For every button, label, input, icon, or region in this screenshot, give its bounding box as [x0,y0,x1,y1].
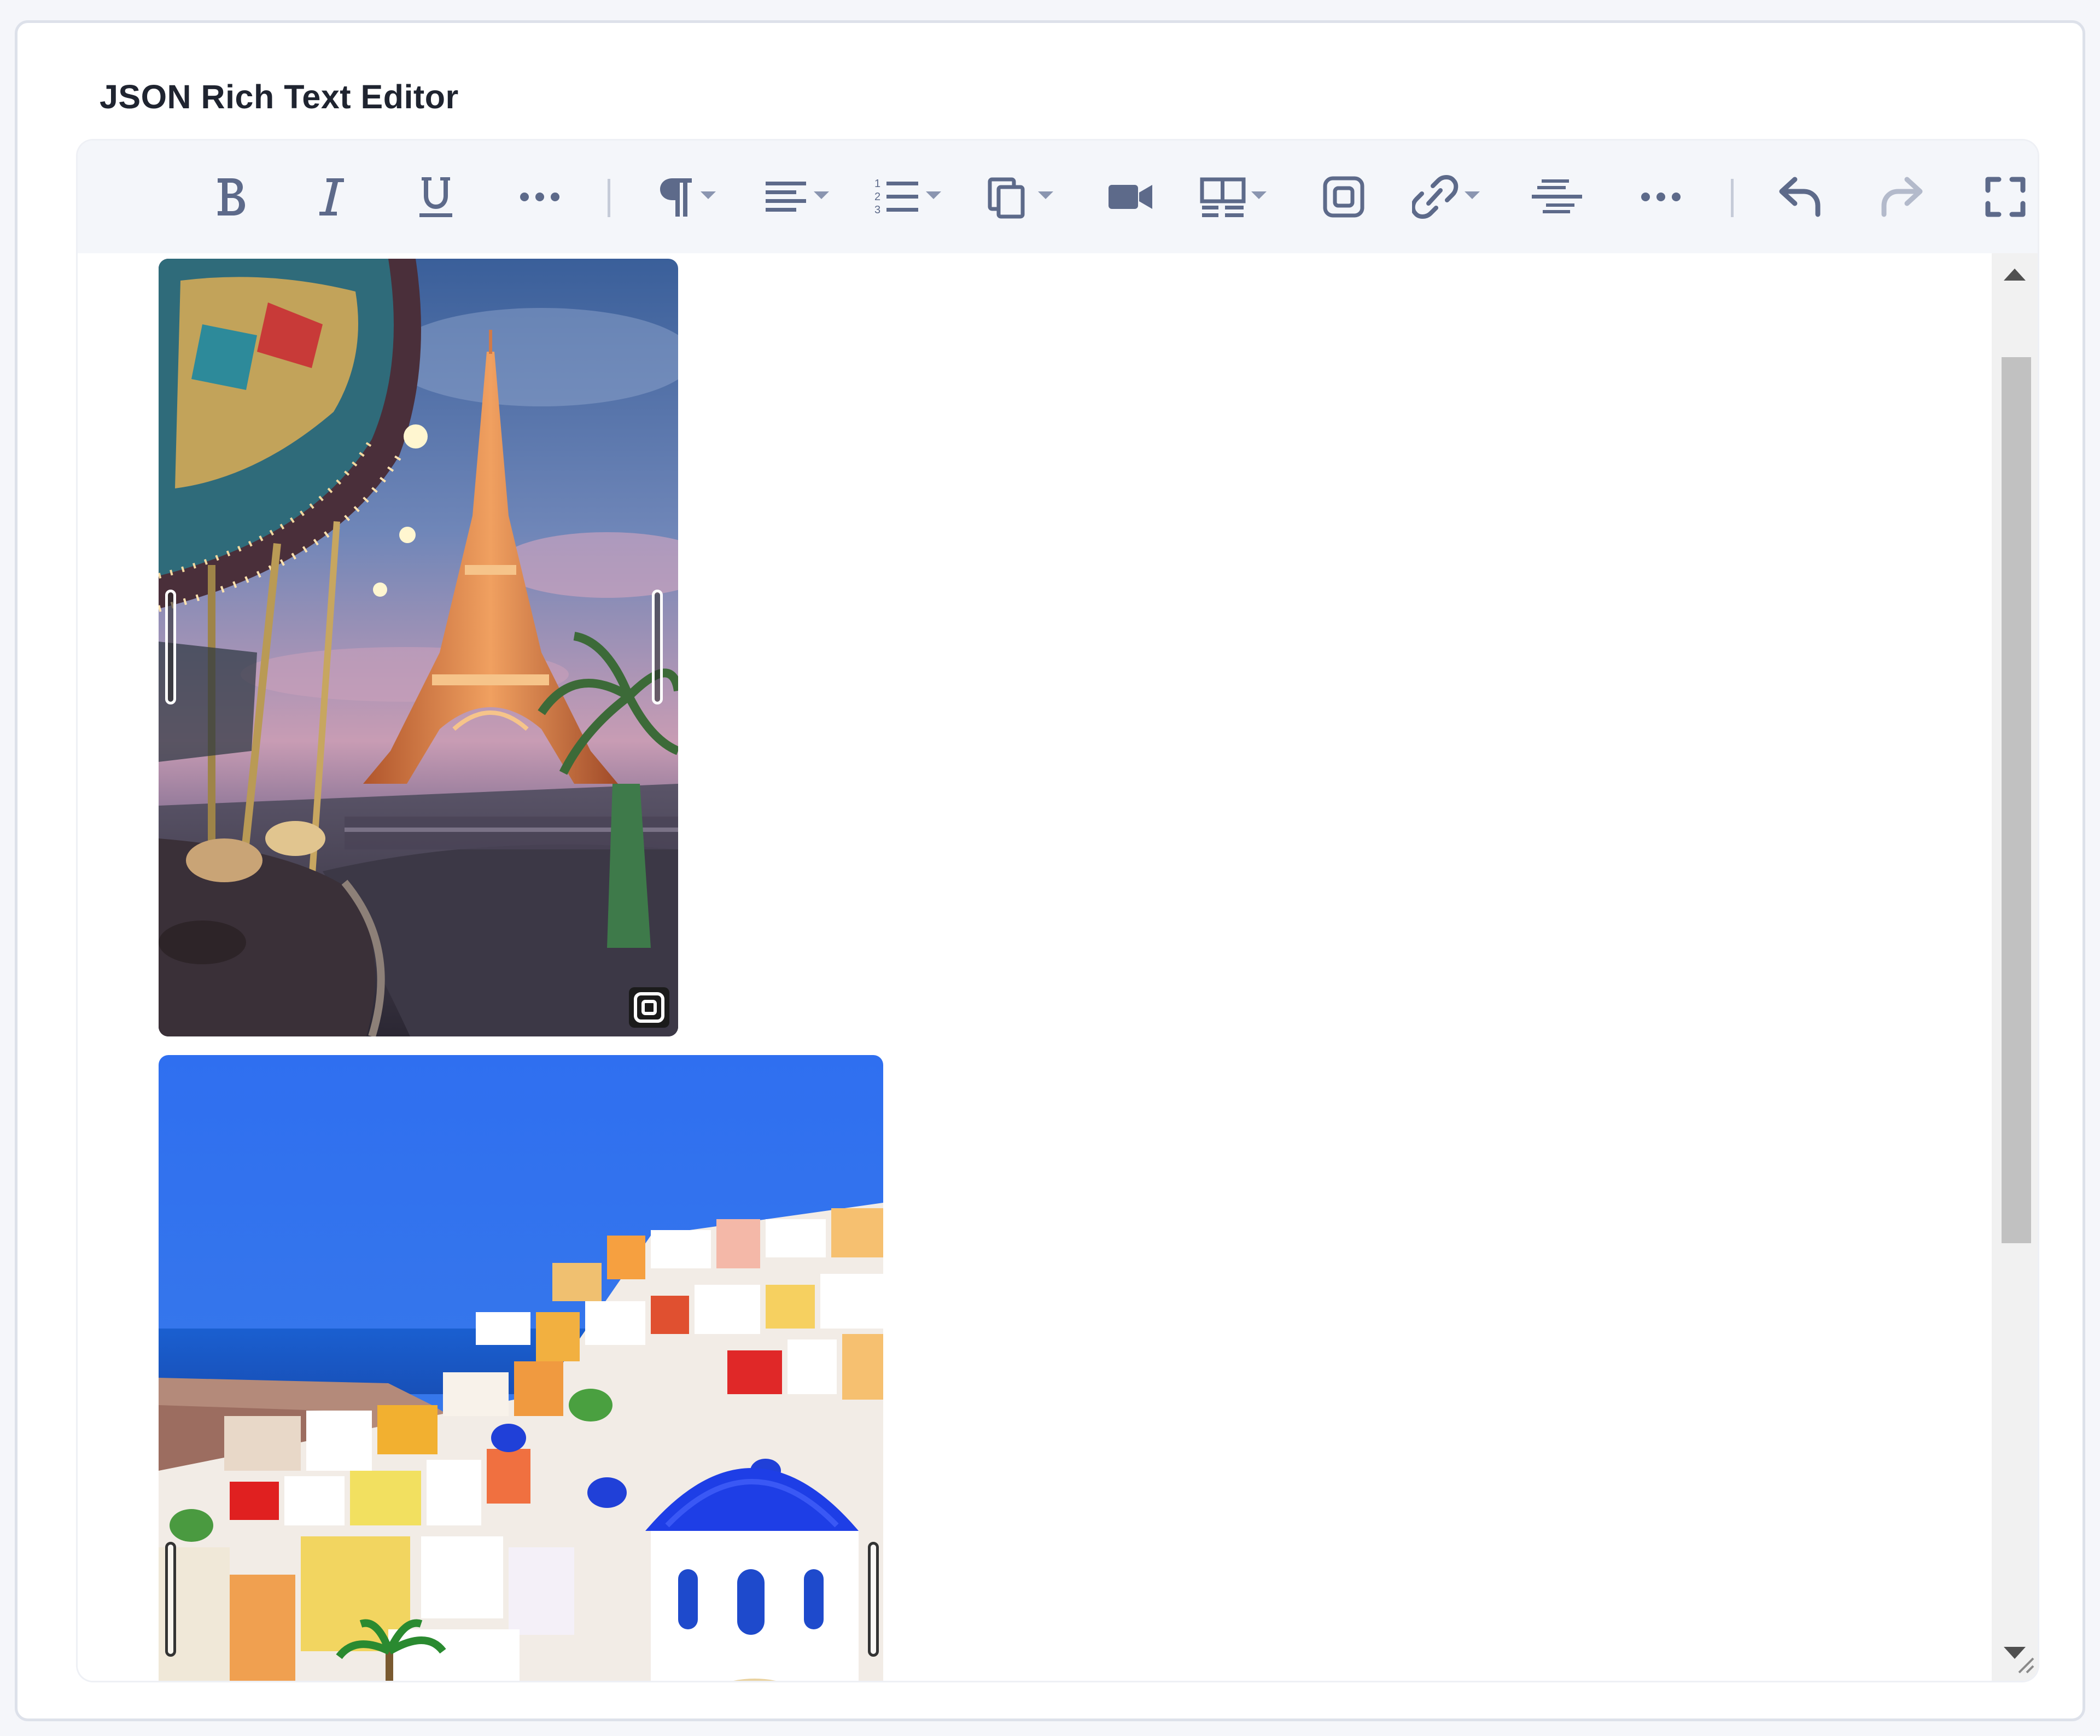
table-icon [1200,177,1267,217]
image-resize-handle-right[interactable] [652,590,663,704]
paragraph-icon [660,178,716,217]
align-left-icon [766,182,829,212]
underline-icon [419,177,452,217]
scroll-up-icon[interactable] [2004,269,2026,281]
video-icon [1109,185,1152,209]
ordered-list-icon: 1 2 3 [874,178,941,216]
embed-icon [1323,176,1364,218]
underline-button[interactable] [400,170,471,224]
toolbar-separator [608,179,610,217]
santorini-village-image[interactable]: + [159,1055,883,1681]
image-resize-handle-right[interactable] [868,1542,879,1657]
more-text-button[interactable] [504,170,575,224]
image-resize-handle-left[interactable] [165,1542,176,1657]
redo-icon [1881,177,1923,217]
bold-icon [218,178,245,215]
svg-text:1: 1 [874,178,880,190]
undo-icon [1779,177,1821,217]
editor-card: JSON Rich Text Editor 1 2 3 [15,20,2085,1721]
card-title: JSON Rich Text Editor [100,78,459,115]
table-button[interactable] [1193,170,1275,224]
bold-button[interactable] [195,170,266,224]
embed-icon [634,992,664,1023]
link-button[interactable] [1407,170,1489,224]
paste-button[interactable] [980,170,1062,224]
italic-button[interactable] [296,170,368,224]
italic-icon [319,178,344,215]
fullscreen-button[interactable] [1970,170,2038,224]
editor-toolbar: 1 2 3 [78,141,2038,253]
strikethrough-button[interactable] [1521,170,1592,224]
image-options-button[interactable] [629,987,669,1028]
more-dots-icon [1641,193,1681,201]
align-button[interactable] [756,170,838,224]
embed-button[interactable] [1308,170,1379,224]
redo-button[interactable] [1866,170,1937,224]
svg-text:+: + [580,1675,609,1681]
svg-text:2: 2 [874,191,880,203]
link-icon [1412,175,1480,219]
svg-text:3: 3 [874,204,880,216]
strikethrough-icon [1532,179,1582,213]
undo-button[interactable] [1765,170,1836,224]
list-button[interactable]: 1 2 3 [868,170,950,224]
scroll-thumb[interactable] [2002,357,2031,1243]
rich-text-editor: 1 2 3 [78,141,2038,1681]
fullscreen-icon [1985,177,2026,217]
editor-scrollbar[interactable] [1992,253,2038,1681]
video-button[interactable] [1095,170,1166,224]
more-dots-icon [520,193,559,201]
paste-icon [988,177,1053,219]
image-resize-handle-left[interactable] [165,590,176,704]
eiffel-tower-carousel-image[interactable] [159,259,678,1036]
paragraph-button[interactable] [646,170,728,224]
more-insert-button[interactable] [1625,170,1696,224]
editor-content[interactable]: + [78,253,1992,1681]
resize-grip-icon[interactable] [2014,1653,2035,1677]
toolbar-separator [1731,179,1734,217]
